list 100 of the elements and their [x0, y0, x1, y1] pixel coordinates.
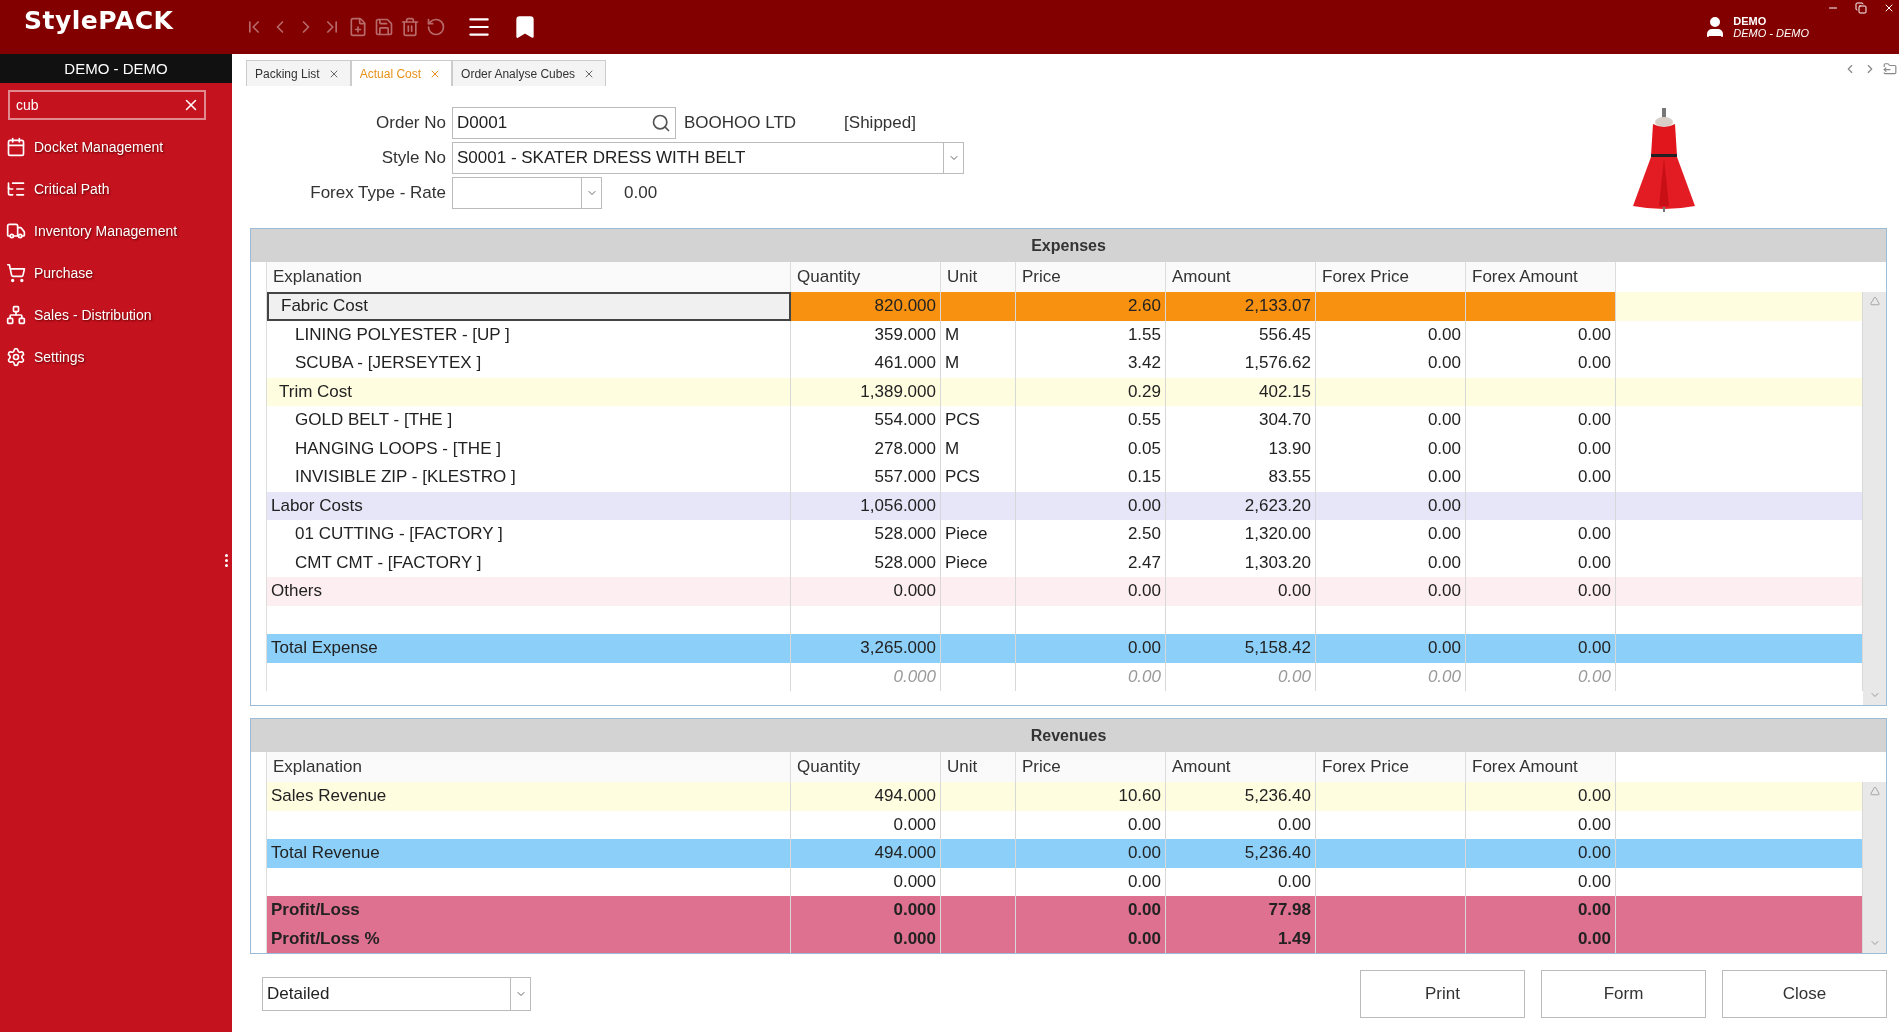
- table-row[interactable]: Profit/Loss 0.000 0.00 77.98 0.00: [267, 896, 1863, 925]
- column-header[interactable]: Quantity: [791, 262, 941, 292]
- sidebar-item[interactable]: Settings: [0, 336, 232, 378]
- table-row[interactable]: Sales Revenue 494.000 10.60 5,236.40 0.00: [267, 782, 1863, 811]
- view-dropdown[interactable]: Detailed: [262, 977, 531, 1011]
- column-header[interactable]: Unit: [941, 262, 1016, 292]
- column-header[interactable]: Price: [1016, 752, 1166, 782]
- action-button[interactable]: Close: [1722, 970, 1887, 1018]
- sidebar-item[interactable]: Purchase: [0, 252, 232, 294]
- table-cell: 0.00: [1016, 577, 1166, 606]
- table-cell: 0.00: [1316, 463, 1466, 492]
- table-cell: 0.00: [1316, 577, 1466, 606]
- action-button[interactable]: Print: [1360, 970, 1525, 1018]
- forex-type-dropdown[interactable]: [452, 176, 602, 209]
- undo-icon[interactable]: [426, 17, 446, 37]
- table-cell: Sales Revenue: [267, 782, 791, 811]
- delete-icon[interactable]: [400, 17, 420, 37]
- table-cell: 3,265.000: [791, 634, 941, 663]
- field-label: Forex Type - Rate: [309, 182, 446, 203]
- column-header[interactable]: Forex Amount: [1466, 262, 1616, 292]
- table-cell: 0.00: [1466, 924, 1616, 953]
- column-header[interactable]: Price: [1016, 262, 1166, 292]
- list-tree-icon: [6, 179, 26, 199]
- style-no-dropdown[interactable]: S0001 - SKATER DRESS WITH BELT: [452, 141, 964, 174]
- table-cell: 01 CUTTING - [FACTORY ]: [267, 520, 791, 549]
- resize-handle[interactable]: [225, 554, 228, 567]
- table-cell: Fabric Cost: [267, 292, 791, 321]
- table-cell: 0.00: [1466, 634, 1616, 663]
- column-header[interactable]: Quantity: [791, 752, 941, 782]
- table-cell: 0.00: [1166, 662, 1316, 691]
- table-cell: 0.00: [1316, 349, 1466, 378]
- table-cell: 1,576.62: [1166, 349, 1316, 378]
- column-header[interactable]: Forex Amount: [1466, 752, 1616, 782]
- table-cell: 820.000: [791, 292, 941, 321]
- table-cell: Piece: [941, 520, 1016, 549]
- save-icon[interactable]: [374, 17, 394, 37]
- table-cell: 0.00: [1316, 662, 1466, 691]
- column-header[interactable]: Explanation: [267, 262, 791, 292]
- section-title: Expenses: [251, 229, 1886, 262]
- column-header[interactable]: Forex Price: [1316, 262, 1466, 292]
- table-row[interactable]: Trim Cost 1,389.000 0.29 402.15: [267, 377, 1863, 406]
- sidebar-item[interactable]: Critical Path: [0, 168, 232, 210]
- table-row[interactable]: Fabric Cost 820.000 2.60 2,133.07: [267, 292, 1863, 321]
- cart-icon: [6, 263, 26, 283]
- column-header[interactable]: Amount: [1166, 752, 1316, 782]
- table-cell: 0.00: [1466, 406, 1616, 435]
- column-header[interactable]: Explanation: [267, 752, 791, 782]
- scroll-up-icon[interactable]: [1869, 786, 1880, 796]
- column-header[interactable]: Amount: [1166, 262, 1316, 292]
- tab[interactable]: Packing List: [246, 60, 351, 86]
- new-file-icon[interactable]: [348, 17, 368, 37]
- table-cell: 5,236.40: [1166, 782, 1316, 811]
- table-cell: 5,158.42: [1166, 634, 1316, 663]
- scroll-up-icon[interactable]: [1869, 296, 1880, 306]
- table-row[interactable]: Others 0.000 0.00 0.00 0.00 0.00: [267, 577, 1863, 606]
- sidebar-item[interactable]: Sales - Distribution: [0, 294, 232, 336]
- scrollbar[interactable]: [1863, 782, 1886, 953]
- table-cell: 3.42: [1016, 349, 1166, 378]
- table-cell: SCUBA - [JERSEYTEX ]: [267, 349, 791, 378]
- table-cell: Others: [267, 577, 791, 606]
- table-cell: 83.55: [1166, 463, 1316, 492]
- table-cell: 554.000: [791, 406, 941, 435]
- table-cell: 0.000: [791, 662, 941, 691]
- order-no-field[interactable]: D0001: [452, 106, 676, 139]
- sidebar-item[interactable]: Docket Management: [0, 126, 232, 168]
- table-cell: PCS: [941, 406, 1016, 435]
- network-icon: [6, 305, 26, 325]
- table-row[interactable]: Labor Costs 1,056.000 0.00 2,623.20 0.00: [267, 491, 1863, 520]
- table-cell: 0.00: [1466, 839, 1616, 868]
- truck-icon: [6, 221, 26, 241]
- table-cell: 77.98: [1166, 896, 1316, 925]
- table-cell: 0.00: [1466, 463, 1616, 492]
- table-cell: Total Revenue: [267, 839, 791, 868]
- table-cell: 528.000: [791, 520, 941, 549]
- table-cell: 0.00: [1166, 577, 1316, 606]
- section-title: Revenues: [251, 719, 1886, 752]
- tab[interactable]: Order Analyse Cubes: [452, 60, 607, 86]
- table-cell: 304.70: [1166, 406, 1316, 435]
- table-cell: 0.00: [1466, 349, 1616, 378]
- table-row[interactable]: Profit/Loss % 0.000 0.00 1.49 0.00: [267, 924, 1863, 953]
- search-icon[interactable]: [651, 112, 671, 133]
- sidebar-item[interactable]: Inventory Management: [0, 210, 232, 252]
- table-cell: 0.00: [1316, 634, 1466, 663]
- table-cell: 0.00: [1316, 406, 1466, 435]
- column-header[interactable]: Forex Price: [1316, 752, 1466, 782]
- close-icon[interactable]: [1883, 2, 1895, 14]
- table-cell: 2.60: [1016, 292, 1166, 321]
- table-cell: 0.00: [1016, 662, 1166, 691]
- table-cell: 2,133.07: [1166, 292, 1316, 321]
- search-field[interactable]: cub: [8, 90, 206, 120]
- scrollbar[interactable]: [1863, 292, 1886, 705]
- table-row[interactable]: Total Revenue 494.000 0.00 5,236.40 0.00: [267, 839, 1863, 868]
- table-row[interactable]: Total Expense 3,265.000 0.00 5,158.42 0.00 0.00: [267, 634, 1863, 663]
- user-company: DEMO - DEMO: [1733, 27, 1809, 39]
- action-button[interactable]: Form: [1541, 970, 1706, 1018]
- column-header[interactable]: Unit: [941, 752, 1016, 782]
- table-cell: PCS: [941, 463, 1016, 492]
- customer-name: BOOHOO LTD: [684, 112, 797, 133]
- table-cell: M: [941, 349, 1016, 378]
- restore-icon[interactable]: [1855, 2, 1867, 14]
